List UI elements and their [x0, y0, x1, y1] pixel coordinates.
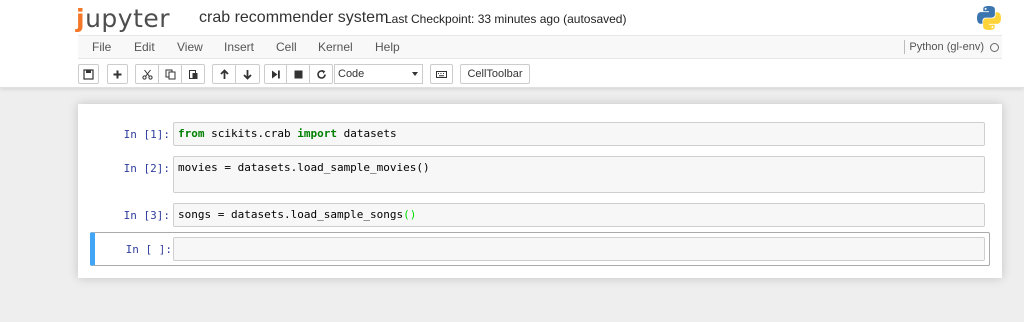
copy-button[interactable]	[159, 64, 182, 84]
logo-letter: j	[76, 3, 86, 33]
input-prompt: In [1]:	[123, 128, 170, 141]
menubar: File Edit View Insert Cell Kernel Help P…	[78, 35, 1002, 59]
jupyter-logo[interactable]: jupyter	[76, 3, 170, 33]
move-up-button[interactable]	[212, 64, 236, 84]
header: jupyter crab recommender system Last Che…	[0, 0, 1024, 88]
cell-type-select[interactable]: Code	[334, 64, 423, 84]
code-token: movies = datasets.load_sample_movies()	[178, 161, 430, 174]
code-input[interactable]: songs = datasets.load_sample_songs()	[173, 203, 985, 227]
menu-insert[interactable]: Insert	[224, 36, 254, 58]
command-palette-button[interactable]	[430, 64, 453, 84]
arrow-down-icon	[243, 69, 252, 80]
kernel-name: Python (gl-env)	[909, 41, 984, 53]
code-input[interactable]	[173, 237, 985, 261]
input-prompt: In [ ]:	[125, 243, 172, 256]
save-button[interactable]	[78, 64, 99, 84]
kernel-separator	[904, 40, 906, 54]
keyboard-icon	[436, 70, 447, 78]
celltoolbar-button[interactable]: CellToolbar	[460, 64, 530, 84]
code-input[interactable]: from scikits.crab import datasets	[173, 122, 985, 146]
code-cell[interactable]: In [3]: songs = datasets.load_sample_son…	[88, 202, 992, 228]
menu-help[interactable]: Help	[375, 36, 400, 58]
cut-button[interactable]	[135, 64, 159, 84]
menu-edit[interactable]: Edit	[134, 36, 155, 58]
arrow-up-icon	[219, 68, 229, 79]
python-logo-icon	[977, 6, 1001, 30]
paste-button[interactable]	[182, 64, 205, 84]
logo-letters: upyter	[85, 3, 171, 33]
cell-type-value: Code	[338, 68, 365, 80]
interrupt-kernel-button[interactable]	[287, 64, 310, 84]
code-cell[interactable]: In [1]: from scikits.crab import dataset…	[88, 121, 992, 147]
kernel-idle-icon	[990, 42, 999, 52]
menu-view[interactable]: View	[177, 36, 203, 58]
menu-kernel[interactable]: Kernel	[318, 36, 353, 58]
run-cell-button[interactable]	[264, 64, 287, 84]
input-prompt: In [3]:	[123, 209, 170, 222]
plus-icon	[113, 70, 122, 78]
input-prompt: In [2]:	[123, 162, 170, 175]
move-down-button[interactable]	[236, 64, 260, 84]
notebook-container: In [1]: from scikits.crab import dataset…	[78, 104, 1002, 278]
kernel-indicator[interactable]: Python (gl-env)	[904, 36, 999, 58]
menu-cell[interactable]: Cell	[276, 36, 297, 58]
code-token: songs = datasets.load_sample_songs	[178, 208, 404, 221]
code-cell-selected[interactable]: In [ ]:	[90, 232, 990, 266]
copy-icon	[165, 69, 175, 79]
celltoolbar-label: CellToolbar	[467, 68, 523, 80]
insert-cell-button[interactable]	[107, 64, 128, 84]
code-token: ()	[403, 208, 417, 221]
logo-text: jupyter	[76, 4, 170, 33]
code-keyword: from	[178, 127, 205, 140]
refresh-icon	[316, 69, 326, 79]
paste-icon	[188, 69, 197, 79]
checkpoint-status: Last Checkpoint: 33 minutes ago (autosav…	[385, 12, 627, 26]
step-forward-icon	[272, 70, 280, 78]
toolbar: Code CellToolbar	[78, 64, 1002, 86]
code-token: scikits.crab	[204, 127, 298, 140]
cut-icon	[141, 69, 153, 80]
code-keyword: import	[297, 127, 337, 140]
code-token: datasets	[336, 127, 397, 140]
code-cell[interactable]: In [2]: movies = datasets.load_sample_mo…	[88, 155, 992, 193]
chevron-down-icon	[412, 72, 418, 76]
menu-file[interactable]: File	[92, 36, 111, 58]
restart-kernel-button[interactable]	[310, 64, 333, 84]
save-icon	[83, 68, 94, 80]
stop-icon	[294, 70, 302, 78]
code-input[interactable]: movies = datasets.load_sample_movies()	[173, 156, 985, 193]
notebook-name[interactable]: crab recommender system	[199, 9, 388, 27]
